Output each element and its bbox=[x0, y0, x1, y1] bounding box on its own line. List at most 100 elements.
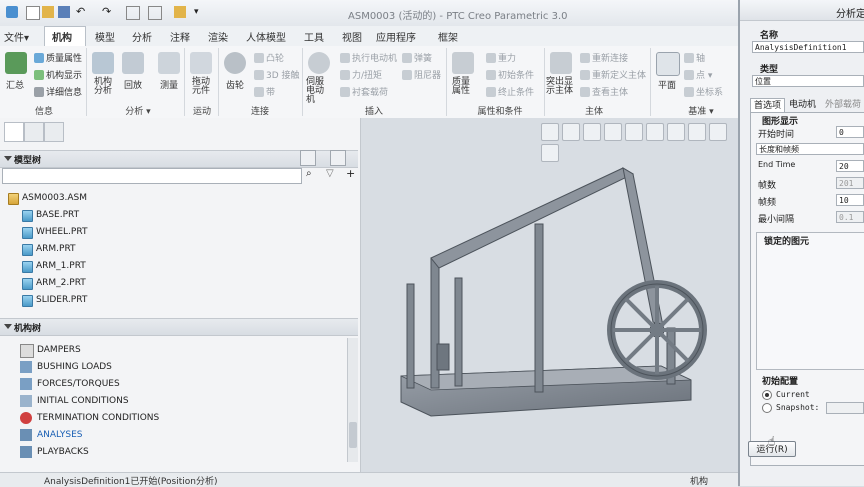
mass-property-icon[interactable] bbox=[452, 52, 474, 74]
drag-component-icon[interactable] bbox=[190, 52, 212, 74]
frames-field[interactable]: 201 bbox=[836, 177, 864, 189]
init-cond-button[interactable]: 初始条件 bbox=[486, 68, 534, 81]
mech-tree-item[interactable]: FORCES/TORQUES bbox=[0, 376, 345, 393]
mech-analysis-button[interactable]: 机构分析 bbox=[94, 78, 114, 96]
frame-rate-field[interactable]: 10 bbox=[836, 194, 864, 206]
body-highlight-icon[interactable] bbox=[550, 52, 572, 74]
dialog-title-bar[interactable]: 分析定 bbox=[740, 0, 864, 21]
customize-toolbar-icon[interactable]: ▾ bbox=[194, 6, 206, 18]
mass-property-button[interactable]: 质量属性 bbox=[452, 78, 474, 96]
gravity-button[interactable]: 重力 bbox=[486, 51, 516, 64]
model-tree-tab[interactable] bbox=[4, 122, 24, 142]
collapse-icon[interactable] bbox=[4, 156, 12, 161]
end-time-field[interactable]: 20 bbox=[836, 160, 864, 172]
tab-render[interactable]: 渲染 bbox=[208, 29, 228, 44]
tree-item-part[interactable]: ARM_2.PRT bbox=[0, 275, 345, 292]
csys-button[interactable]: 坐标系 bbox=[684, 85, 723, 98]
force-torque-button[interactable]: 力/扭矩 bbox=[340, 68, 382, 81]
playback-icon[interactable] bbox=[122, 52, 144, 74]
radio-current[interactable] bbox=[762, 390, 772, 400]
status-filter[interactable]: 机构 bbox=[690, 474, 708, 487]
tab-view[interactable]: 视图 bbox=[342, 29, 362, 44]
post[interactable] bbox=[454, 277, 463, 387]
post[interactable] bbox=[406, 283, 415, 389]
tab-motors[interactable]: 电动机 bbox=[786, 98, 819, 112]
tree-search-input[interactable] bbox=[2, 168, 302, 184]
beam[interactable] bbox=[430, 167, 635, 269]
plane-icon[interactable] bbox=[656, 52, 680, 76]
cam-button[interactable]: 凸轮 bbox=[254, 51, 284, 64]
tab-annotate[interactable]: 注释 bbox=[170, 29, 190, 44]
tree-item-assembly[interactable]: ASM0003.ASM bbox=[0, 190, 345, 207]
mech-tree-header[interactable]: 机构树 bbox=[0, 318, 358, 336]
tree-item-part[interactable]: BASE.PRT bbox=[0, 207, 345, 224]
open-folder-icon[interactable] bbox=[42, 6, 54, 18]
close-window-icon[interactable] bbox=[174, 6, 186, 18]
measure-button[interactable]: 测量 bbox=[160, 78, 178, 91]
playback-button[interactable]: 回放 bbox=[124, 78, 142, 91]
tree-settings-icon[interactable] bbox=[300, 150, 316, 166]
add-icon[interactable]: + bbox=[346, 167, 355, 180]
tab-model[interactable]: 模型 bbox=[95, 29, 115, 44]
type-select[interactable]: 位置 bbox=[752, 75, 864, 87]
servo-motor-icon[interactable] bbox=[308, 52, 330, 74]
damper-button[interactable]: 阻尼器 bbox=[402, 68, 441, 81]
tree-show-icon[interactable] bbox=[330, 150, 346, 166]
regenerate-icon[interactable] bbox=[126, 6, 140, 20]
collapse-icon[interactable] bbox=[4, 324, 12, 329]
tab-analysis[interactable]: 分析 bbox=[132, 29, 152, 44]
mass-props-button[interactable]: 质量属性 bbox=[34, 51, 82, 64]
tree-item-part[interactable]: ARM_1.PRT bbox=[0, 258, 345, 275]
3d-contact-button[interactable]: 3D 接触 bbox=[254, 68, 300, 81]
mech-tree-item-analyses[interactable]: ANALYSES bbox=[0, 427, 345, 444]
tab-framework[interactable]: 框架 bbox=[438, 29, 458, 44]
tab-applications[interactable]: 应用程序 bbox=[376, 29, 416, 44]
gear-icon[interactable] bbox=[224, 52, 246, 74]
mode-select[interactable]: 长度和帧频 bbox=[756, 143, 864, 155]
mech-tree-item[interactable]: BUSHING LOADS bbox=[0, 359, 345, 376]
locked-entities-box[interactable] bbox=[756, 232, 864, 370]
spring-button[interactable]: 弹簧 bbox=[402, 51, 432, 64]
plane-button[interactable]: 平面 bbox=[658, 78, 676, 91]
mech-tree-item[interactable]: PLAYBACKS bbox=[0, 444, 345, 461]
mech-tree-item[interactable]: INITIAL CONDITIONS bbox=[0, 393, 345, 410]
slider[interactable] bbox=[436, 343, 450, 371]
name-field[interactable]: AnalysisDefinition1 bbox=[752, 41, 864, 53]
mechanism-model[interactable] bbox=[361, 118, 738, 472]
save-icon[interactable] bbox=[58, 6, 70, 18]
gear-button[interactable]: 齿轮 bbox=[226, 78, 244, 91]
folder-browser-tab[interactable] bbox=[24, 122, 44, 142]
view-body-button[interactable]: 查看主体 bbox=[580, 85, 628, 98]
redefine-body-button[interactable]: 重新定义主体 bbox=[580, 68, 646, 81]
term-cond-button[interactable]: 终止条件 bbox=[486, 85, 534, 98]
mech-analysis-icon[interactable] bbox=[92, 52, 114, 74]
details-button[interactable]: 详细信息 bbox=[34, 85, 82, 98]
snapshot-select[interactable] bbox=[826, 402, 864, 414]
graphics-viewport[interactable] bbox=[361, 118, 738, 472]
tab-file[interactable]: 文件▾ bbox=[4, 29, 29, 44]
center-post[interactable] bbox=[534, 223, 544, 393]
start-time-field[interactable]: 0 bbox=[836, 126, 864, 138]
filter-icon[interactable]: ▽ bbox=[326, 168, 334, 179]
tab-mechanism[interactable]: 机构 bbox=[52, 29, 72, 44]
tree-item-part[interactable]: WHEEL.PRT bbox=[0, 224, 345, 241]
tree-item-part[interactable]: ARM.PRT bbox=[0, 241, 345, 258]
new-file-icon[interactable] bbox=[26, 6, 40, 20]
reconnect-button[interactable]: 重新连接 bbox=[580, 51, 628, 64]
min-interval-field[interactable]: 0.1 bbox=[836, 211, 864, 223]
mech-display-button[interactable]: 机构显示 bbox=[34, 68, 82, 81]
favorites-tab[interactable] bbox=[44, 122, 64, 142]
tab-tools[interactable]: 工具 bbox=[304, 29, 324, 44]
mech-tree-item[interactable]: TERMINATION CONDITIONS bbox=[0, 410, 345, 427]
servo-motor-button[interactable]: 伺服电动机 bbox=[306, 78, 332, 105]
window-icon[interactable] bbox=[148, 6, 162, 20]
point-button[interactable]: 点 ▾ bbox=[684, 68, 712, 81]
binoculars-icon[interactable]: ⌕ bbox=[306, 168, 312, 179]
undo-icon[interactable]: ↶ bbox=[76, 6, 88, 18]
radio-snapshot[interactable] bbox=[762, 403, 772, 413]
exec-motor-button[interactable]: 执行电动机 bbox=[340, 51, 397, 64]
summary-button[interactable]: 汇总 bbox=[6, 78, 24, 91]
tree-item-part[interactable]: SLIDER.PRT bbox=[0, 292, 345, 309]
axis-button[interactable]: 轴 bbox=[684, 51, 705, 64]
tree-scrollbar[interactable] bbox=[347, 338, 358, 462]
